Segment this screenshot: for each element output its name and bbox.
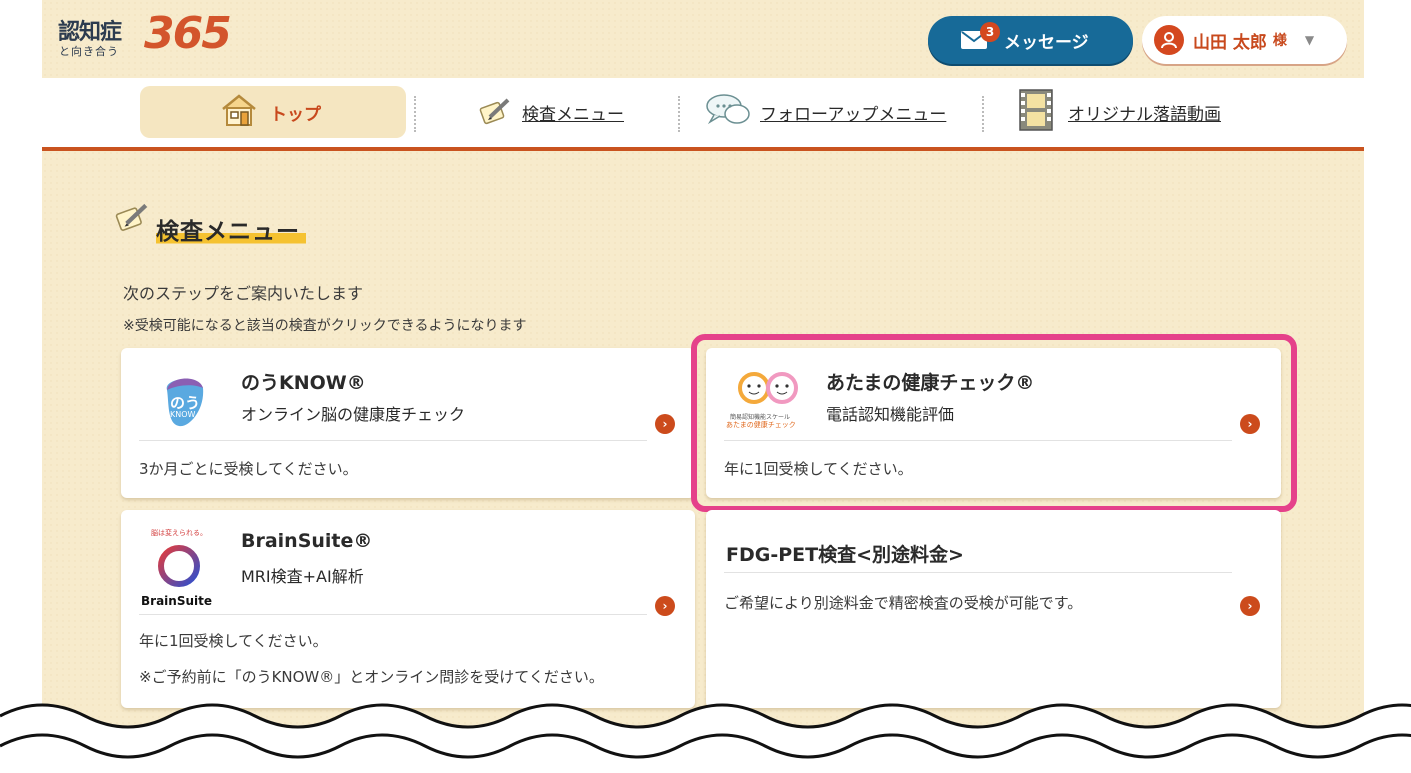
nav-item-follow-up[interactable]: フォローアップメニュー [704,86,946,138]
nav-item-label: フォローアップメニュー [760,104,947,125]
user-menu-button[interactable]: 山田 太郎 様 ▼ [1142,16,1347,64]
nav-divider [678,96,680,132]
exam-card-fdg-pet[interactable]: FDG-PET検査<別途料金> ご希望により別途料金で精密検査の受検が可能です。… [706,510,1281,708]
pencil-notebook-icon [478,95,512,129]
card-title: のうKNOW® [241,372,366,394]
nav-item-label: トップ [270,104,321,125]
logo-text: 脳は変えられる。 [151,529,207,537]
user-suffix: 様 [1272,33,1287,49]
chevron-right-icon: › [1240,596,1260,616]
exam-card-noukNOW[interactable]: のう KNOW のうKNOW® オンライン脳の健康度チェック 3か月ごとに受検し… [121,348,695,498]
nav-item-exam-menu[interactable]: 検査メニュー [478,86,624,138]
logo-number: 365 [144,8,232,59]
card-divider [724,572,1232,573]
highlight-frame [691,334,1297,512]
main-navigation: トップ 検査メニュー フォローアップメニュー オリジナル落語動画 [42,78,1364,151]
message-button-label: メッセージ [1004,32,1089,53]
chevron-right-icon: › [655,414,675,434]
nav-divider [414,96,416,132]
message-count-badge: 3 [980,22,1000,42]
card-note: 年に1回受検してください。 [139,632,328,650]
logo-text: BrainSuite [141,594,212,608]
envelope-icon: 3 [960,22,1000,50]
message-button[interactable]: 3 メッセージ [928,16,1133,64]
section-notice: ※受検可能になると該当の検査がクリックできるようになります [123,318,527,334]
wavy-bottom-edge [0,703,1411,773]
exam-card-brainsuite[interactable]: 脳は変えられる。 BrainSuite BrainSuite® MRI検査+AI… [121,510,695,708]
speech-bubble-icon [704,92,752,132]
card-description: MRI検査+AI解析 [241,567,364,586]
noukNOW-logo: のう KNOW [159,370,209,430]
card-title: FDG-PET検査<別途料金> [726,544,964,566]
person-icon [1154,25,1184,55]
film-icon [1018,88,1054,136]
card-note: ※ご予約前に「のうKNOW®」とオンライン問診を受けてください。 [139,668,604,686]
card-description: オンライン脳の健康度チェック [241,405,466,424]
pencil-notebook-icon [114,200,150,236]
nav-item-top[interactable]: トップ [140,86,406,138]
section-intro: 次のステップをご案内いたします [123,284,364,303]
house-icon [220,93,258,131]
app-logo[interactable]: 認知症 と向き合う 365 [58,8,258,62]
nav-divider [982,96,984,132]
nav-item-rakugo-video[interactable]: オリジナル落語動画 [1018,86,1221,138]
nav-item-label: オリジナル落語動画 [1068,104,1221,125]
card-note: 3か月ごとに受検してください。 [139,460,358,478]
nav-item-label: 検査メニュー [522,104,624,125]
brainsuite-logo: 脳は変えられる。 BrainSuite [135,528,225,608]
user-name: 山田 太郎 [1193,32,1267,53]
logo-subtitle: と向き合う [59,45,119,58]
card-note: ご希望により別途料金で精密検査の受検が可能です。 [724,594,1083,612]
logo-text: KNOW [170,410,196,419]
logo-kanji: 認知症 [58,20,122,45]
chevron-down-icon: ▼ [1304,33,1315,47]
card-title: BrainSuite® [241,530,373,552]
chevron-right-icon: › [655,596,675,616]
section-title: 検査メニュー [156,212,306,246]
card-divider [139,440,647,441]
card-divider [139,614,647,615]
